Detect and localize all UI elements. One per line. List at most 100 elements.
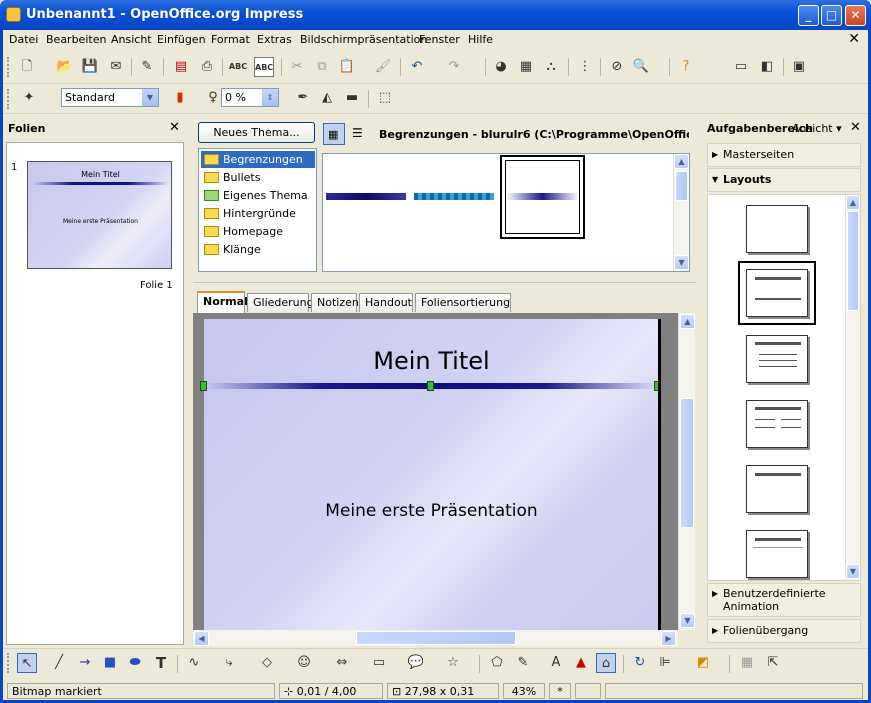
tab-normal[interactable]: Normal	[197, 291, 248, 313]
basic-shapes-icon[interactable]: ◇	[257, 653, 277, 673]
detail-view-button[interactable]: ☰	[348, 123, 370, 145]
layout-centered-text[interactable]	[746, 530, 808, 578]
flowchart-icon[interactable]: ▭	[369, 653, 389, 673]
layout-two-content[interactable]	[746, 400, 808, 448]
zoom-field[interactable]: 43%	[503, 683, 545, 699]
spin-icon[interactable]: ⇕	[262, 89, 278, 106]
slide-thumbnail[interactable]: Mein Titel Meine erste Präsentation	[27, 161, 172, 269]
table-icon[interactable]: ▦	[516, 57, 536, 77]
scroll-thumb[interactable]	[356, 631, 516, 645]
magic-wand-icon[interactable]: ✦	[19, 88, 39, 108]
menu-hilfe[interactable]: Hilfe	[468, 33, 493, 46]
text-tool-icon[interactable]: T	[151, 653, 171, 673]
minimize-button[interactable]: _	[798, 5, 819, 26]
line-tool-icon[interactable]: ╱	[49, 653, 69, 673]
ellipse-icon[interactable]: ⬬	[125, 653, 145, 673]
scroll-right-icon[interactable]: ▶	[661, 631, 676, 646]
section-masterseiten[interactable]: ▶ Masterseiten	[707, 143, 861, 167]
maximize-button[interactable]: □	[821, 5, 842, 26]
theme-item-bullets[interactable]: Bullets	[201, 169, 315, 186]
menu-bildschirmpraesentation[interactable]: Bildschirmpräsentation	[300, 33, 427, 46]
layout-title-content[interactable]	[746, 335, 808, 383]
menu-format[interactable]: Format	[211, 33, 250, 46]
style-select[interactable]: Standard ▼	[61, 88, 159, 107]
from-file-icon[interactable]: ▲	[571, 653, 591, 673]
block-arrows-icon[interactable]: ⇔	[332, 653, 352, 673]
edit-file-icon[interactable]: ✎	[137, 57, 157, 77]
close-document-icon[interactable]: ✕	[848, 31, 860, 47]
export-pdf-icon[interactable]: ▤	[171, 57, 191, 77]
task-pane-view-menu[interactable]: Ansicht ▾	[792, 122, 842, 135]
shadow-icon[interactable]: ▬	[342, 88, 362, 108]
toolbar-grip[interactable]	[7, 57, 10, 77]
new-theme-button[interactable]: Neues Thema...	[198, 122, 315, 143]
chart-icon[interactable]: ◕	[491, 57, 511, 77]
scroll-up-icon[interactable]: ▲	[846, 195, 860, 210]
stars-icon[interactable]: ☆	[443, 653, 463, 673]
connector-icon[interactable]: ⤷	[219, 653, 239, 673]
spellcheck-icon[interactable]: ABC	[228, 57, 248, 77]
toolbar-grip[interactable]	[7, 653, 10, 673]
arrow-line-icon[interactable]: →	[75, 653, 95, 673]
slide-title[interactable]: Mein Titel	[204, 347, 659, 375]
scroll-left-icon[interactable]: ◀	[194, 631, 209, 646]
rotate-icon[interactable]: ↻	[630, 653, 650, 673]
menu-fenster[interactable]: Fenster	[419, 33, 460, 46]
slide-editor[interactable]: Mein Titel Meine erste Präsentation	[200, 319, 661, 630]
close-window-button[interactable]: ✕	[845, 5, 866, 26]
menu-ansicht[interactable]: Ansicht	[111, 33, 152, 46]
selection-handle[interactable]	[427, 381, 434, 391]
menu-datei[interactable]: Datei	[9, 33, 38, 46]
draw-functions-icon[interactable]: ⛬	[541, 57, 561, 77]
theme-list[interactable]: Begrenzungen Bullets Eigenes Thema Hinte…	[198, 148, 317, 272]
gallery-toggle-icon[interactable]: ⌂	[596, 653, 616, 673]
new-document-icon[interactable]: 🗋	[17, 57, 37, 77]
scroll-thumb[interactable]	[680, 398, 694, 528]
close-pane-icon[interactable]: ✕	[169, 120, 180, 135]
fontwork-icon[interactable]: A	[546, 653, 566, 673]
transparency-icon[interactable]: ♀	[203, 88, 223, 108]
scroll-down-icon[interactable]: ▼	[674, 255, 689, 270]
scroll-up-icon[interactable]: ▲	[680, 314, 695, 329]
email-icon[interactable]: ✉	[106, 57, 126, 77]
impress-app-icon[interactable]	[6, 7, 21, 22]
paste-icon[interactable]: 📋	[337, 57, 357, 77]
layouts-scrollbar[interactable]: ▲ ▼	[845, 195, 860, 580]
theme-item-homepage[interactable]: Homepage	[201, 223, 315, 240]
close-pane-icon[interactable]: ✕	[850, 120, 861, 135]
auto-spellcheck-icon[interactable]: ABC	[254, 57, 274, 77]
section-folienuebergang[interactable]: ▶ Folienübergang	[707, 619, 861, 643]
section-layouts[interactable]: ▼ Layouts	[707, 168, 861, 192]
curve-icon[interactable]: ∿	[184, 653, 204, 673]
gallery-scrollbar[interactable]: ▲ ▼	[673, 154, 689, 271]
scroll-down-icon[interactable]: ▼	[846, 564, 860, 579]
menu-einfuegen[interactable]: Einfügen	[157, 33, 206, 46]
tab-gliederung[interactable]: Gliederung	[247, 293, 314, 312]
gallery-item-border1[interactable]	[326, 193, 406, 200]
menu-extras[interactable]: Extras	[257, 33, 292, 46]
slide-design-icon[interactable]: ◧	[757, 57, 777, 77]
theme-item-klaenge[interactable]: Klänge	[201, 241, 315, 258]
layout-title-only[interactable]	[746, 465, 808, 513]
callouts-icon[interactable]: 💬	[406, 653, 426, 673]
styles-icon[interactable]: ▮	[170, 88, 190, 108]
area-icon[interactable]: ◭	[317, 88, 337, 108]
tab-foliensortierung[interactable]: Foliensortierung	[415, 293, 511, 312]
zoom-icon[interactable]: 🔍	[631, 57, 651, 77]
cut-icon[interactable]: ✂	[287, 57, 307, 77]
slide-new-icon[interactable]: ▭	[731, 57, 751, 77]
symbol-shapes-icon[interactable]: ☺	[294, 653, 314, 673]
save-icon[interactable]: 💾	[80, 57, 100, 77]
copy-icon[interactable]: ⧉	[312, 57, 332, 77]
scroll-down-icon[interactable]: ▼	[680, 613, 695, 628]
interaction-icon[interactable]: ⇱	[763, 653, 783, 673]
slide-scrollbar[interactable]: ▲ ▼	[678, 313, 695, 630]
format-paintbrush-icon[interactable]: 🖌	[373, 57, 393, 77]
print-icon[interactable]: ⎙	[197, 57, 217, 77]
open-icon[interactable]: 📂	[55, 57, 75, 77]
rectangle-icon[interactable]: ■	[100, 653, 120, 673]
presentation-icon[interactable]: ▣	[789, 57, 809, 77]
selection-handle[interactable]	[200, 381, 207, 391]
slide-subtitle[interactable]: Meine erste Präsentation	[204, 501, 659, 521]
arrange-icon[interactable]: ◩	[693, 653, 713, 673]
